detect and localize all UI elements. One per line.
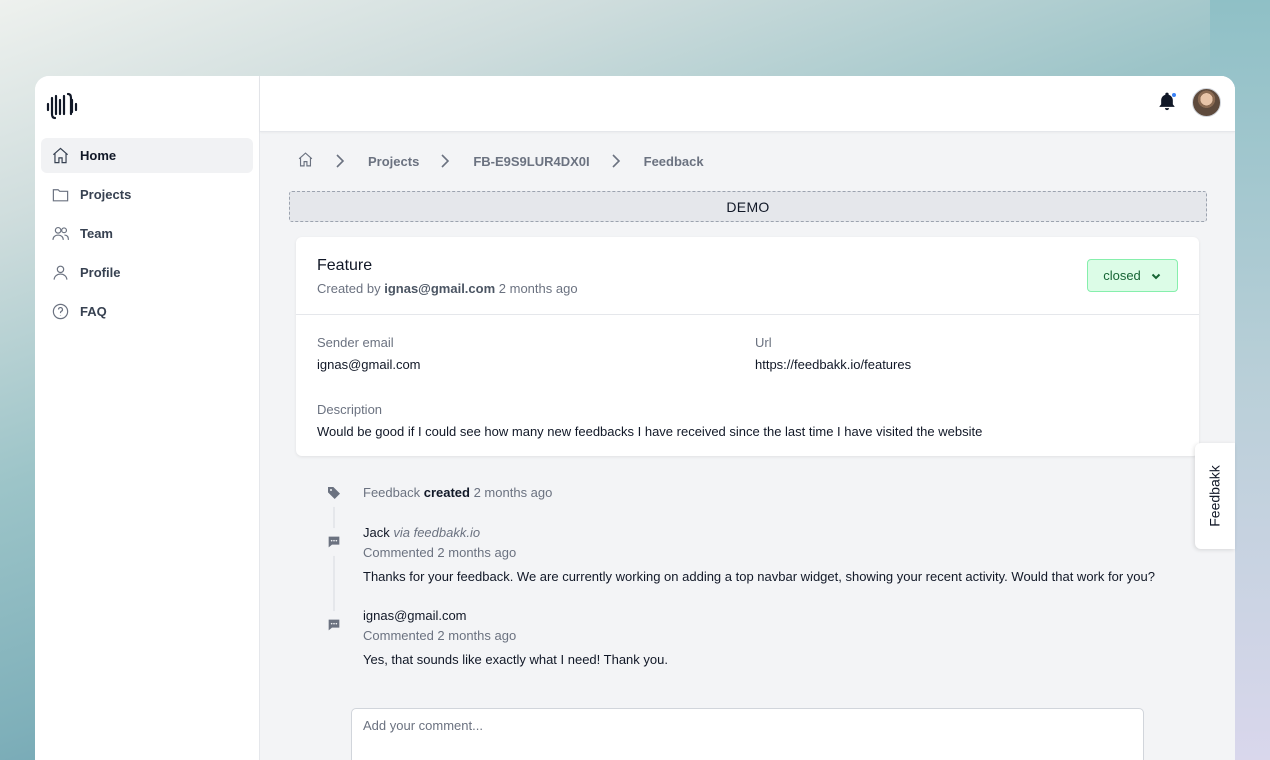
url-field: Url https://feedbakk.io/features [755,335,911,372]
avatar[interactable] [1192,88,1221,117]
home-icon [298,152,313,167]
chat-bubble-icon [320,611,348,639]
timeline-created-text: Feedback created 2 months ago [363,485,552,500]
feedback-created-info: Created by ignas@gmail.com 2 months ago [317,281,1178,296]
created-time: 2 months ago [473,485,553,500]
sidebar-item-team[interactable]: Team [41,216,253,251]
sidebar-item-label: Team [80,226,113,241]
breadcrumb-project-id[interactable]: FB-E9S9LUR4DX0I [473,154,589,169]
comment-body: Jack via feedbakk.io Commented 2 months … [363,525,1155,584]
comment-author: Jack [363,525,390,540]
question-circle-icon [50,302,70,322]
breadcrumb-feedback[interactable]: Feedback [644,154,704,169]
sidebar-item-home[interactable]: Home [41,138,253,173]
notifications-button[interactable] [1157,91,1179,113]
feedback-card: Feature Created by ignas@gmail.com 2 mon… [296,237,1199,456]
comment-input[interactable] [363,718,1132,758]
tag-icon [320,479,348,507]
breadcrumb: Projects FB-E9S9LUR4DX0I Feedback [297,151,704,171]
feedback-title: Feature [317,257,373,274]
comment-via: via feedbakk.io [393,525,481,540]
created-by: ignas@gmail.com [384,281,496,296]
feedback-widget-label: Feedbakk [1207,465,1224,527]
breadcrumb-home[interactable] [297,151,314,171]
created-prefix: Feedback [363,485,421,500]
logo[interactable] [35,76,259,138]
sender-email-label: Sender email [317,335,394,350]
sidebar-item-label: FAQ [80,304,107,319]
top-bar [260,76,1235,132]
created-when: 2 months ago [498,281,578,296]
comment-body: ignas@gmail.com Commented 2 months ago Y… [363,608,668,667]
comment-author: ignas@gmail.com [363,608,467,623]
created-action: created [423,485,470,500]
comment-text: Yes, that sounds like exactly what I nee… [363,652,668,667]
status-dropdown[interactable]: closed [1087,259,1178,292]
user-icon [50,263,70,283]
feedback-widget-tab[interactable]: Feedbakk [1195,443,1235,549]
comment-input-wrapper [351,708,1144,760]
url-label: Url [755,335,772,350]
sidebar-item-projects[interactable]: Projects [41,177,253,212]
sidebar-item-profile[interactable]: Profile [41,255,253,290]
sidebar-item-label: Home [80,148,117,163]
main-content: Projects FB-E9S9LUR4DX0I Feedback DEMO F… [260,76,1235,760]
feedback-card-header: Feature Created by ignas@gmail.com 2 mon… [296,237,1199,315]
description-label: Description [317,402,383,417]
chat-bubble-icon [320,528,348,556]
sender-email-value: ignas@gmail.com [317,357,421,372]
chevron-down-icon [1151,273,1160,279]
sidebar-item-faq[interactable]: FAQ [41,294,253,329]
comment-text: Thanks for your feedback. We are current… [363,569,1155,584]
sidebar: Home Projects Team Profile FAQ [35,76,260,760]
home-icon [50,146,70,166]
url-value: https://feedbakk.io/features [755,357,912,372]
demo-banner: DEMO [289,191,1207,222]
chevron-right-icon [441,154,450,168]
description-value: Would be good if I could see how many ne… [317,424,983,439]
breadcrumb-projects[interactable]: Projects [368,154,419,169]
comment-meta: Commented 2 months ago [363,628,517,643]
sidebar-nav: Home Projects Team Profile FAQ [35,138,259,329]
app-window: Home Projects Team Profile FAQ Projects … [35,76,1235,760]
users-icon [50,224,70,244]
folder-icon [50,185,70,205]
chevron-right-icon [336,154,345,168]
status-label: closed [1103,268,1141,283]
created-prefix: Created by [317,281,381,296]
sidebar-item-label: Profile [80,265,121,280]
waveform-logo-icon [46,92,78,120]
sidebar-item-label: Projects [80,187,132,202]
comment-meta: Commented 2 months ago [363,545,517,560]
notification-dot [1171,92,1177,98]
timeline-line [333,506,335,626]
chevron-right-icon [612,154,620,168]
sender-email-field: Sender email ignas@gmail.com [317,335,421,372]
description-field: Description Would be good if I could see… [317,402,982,439]
